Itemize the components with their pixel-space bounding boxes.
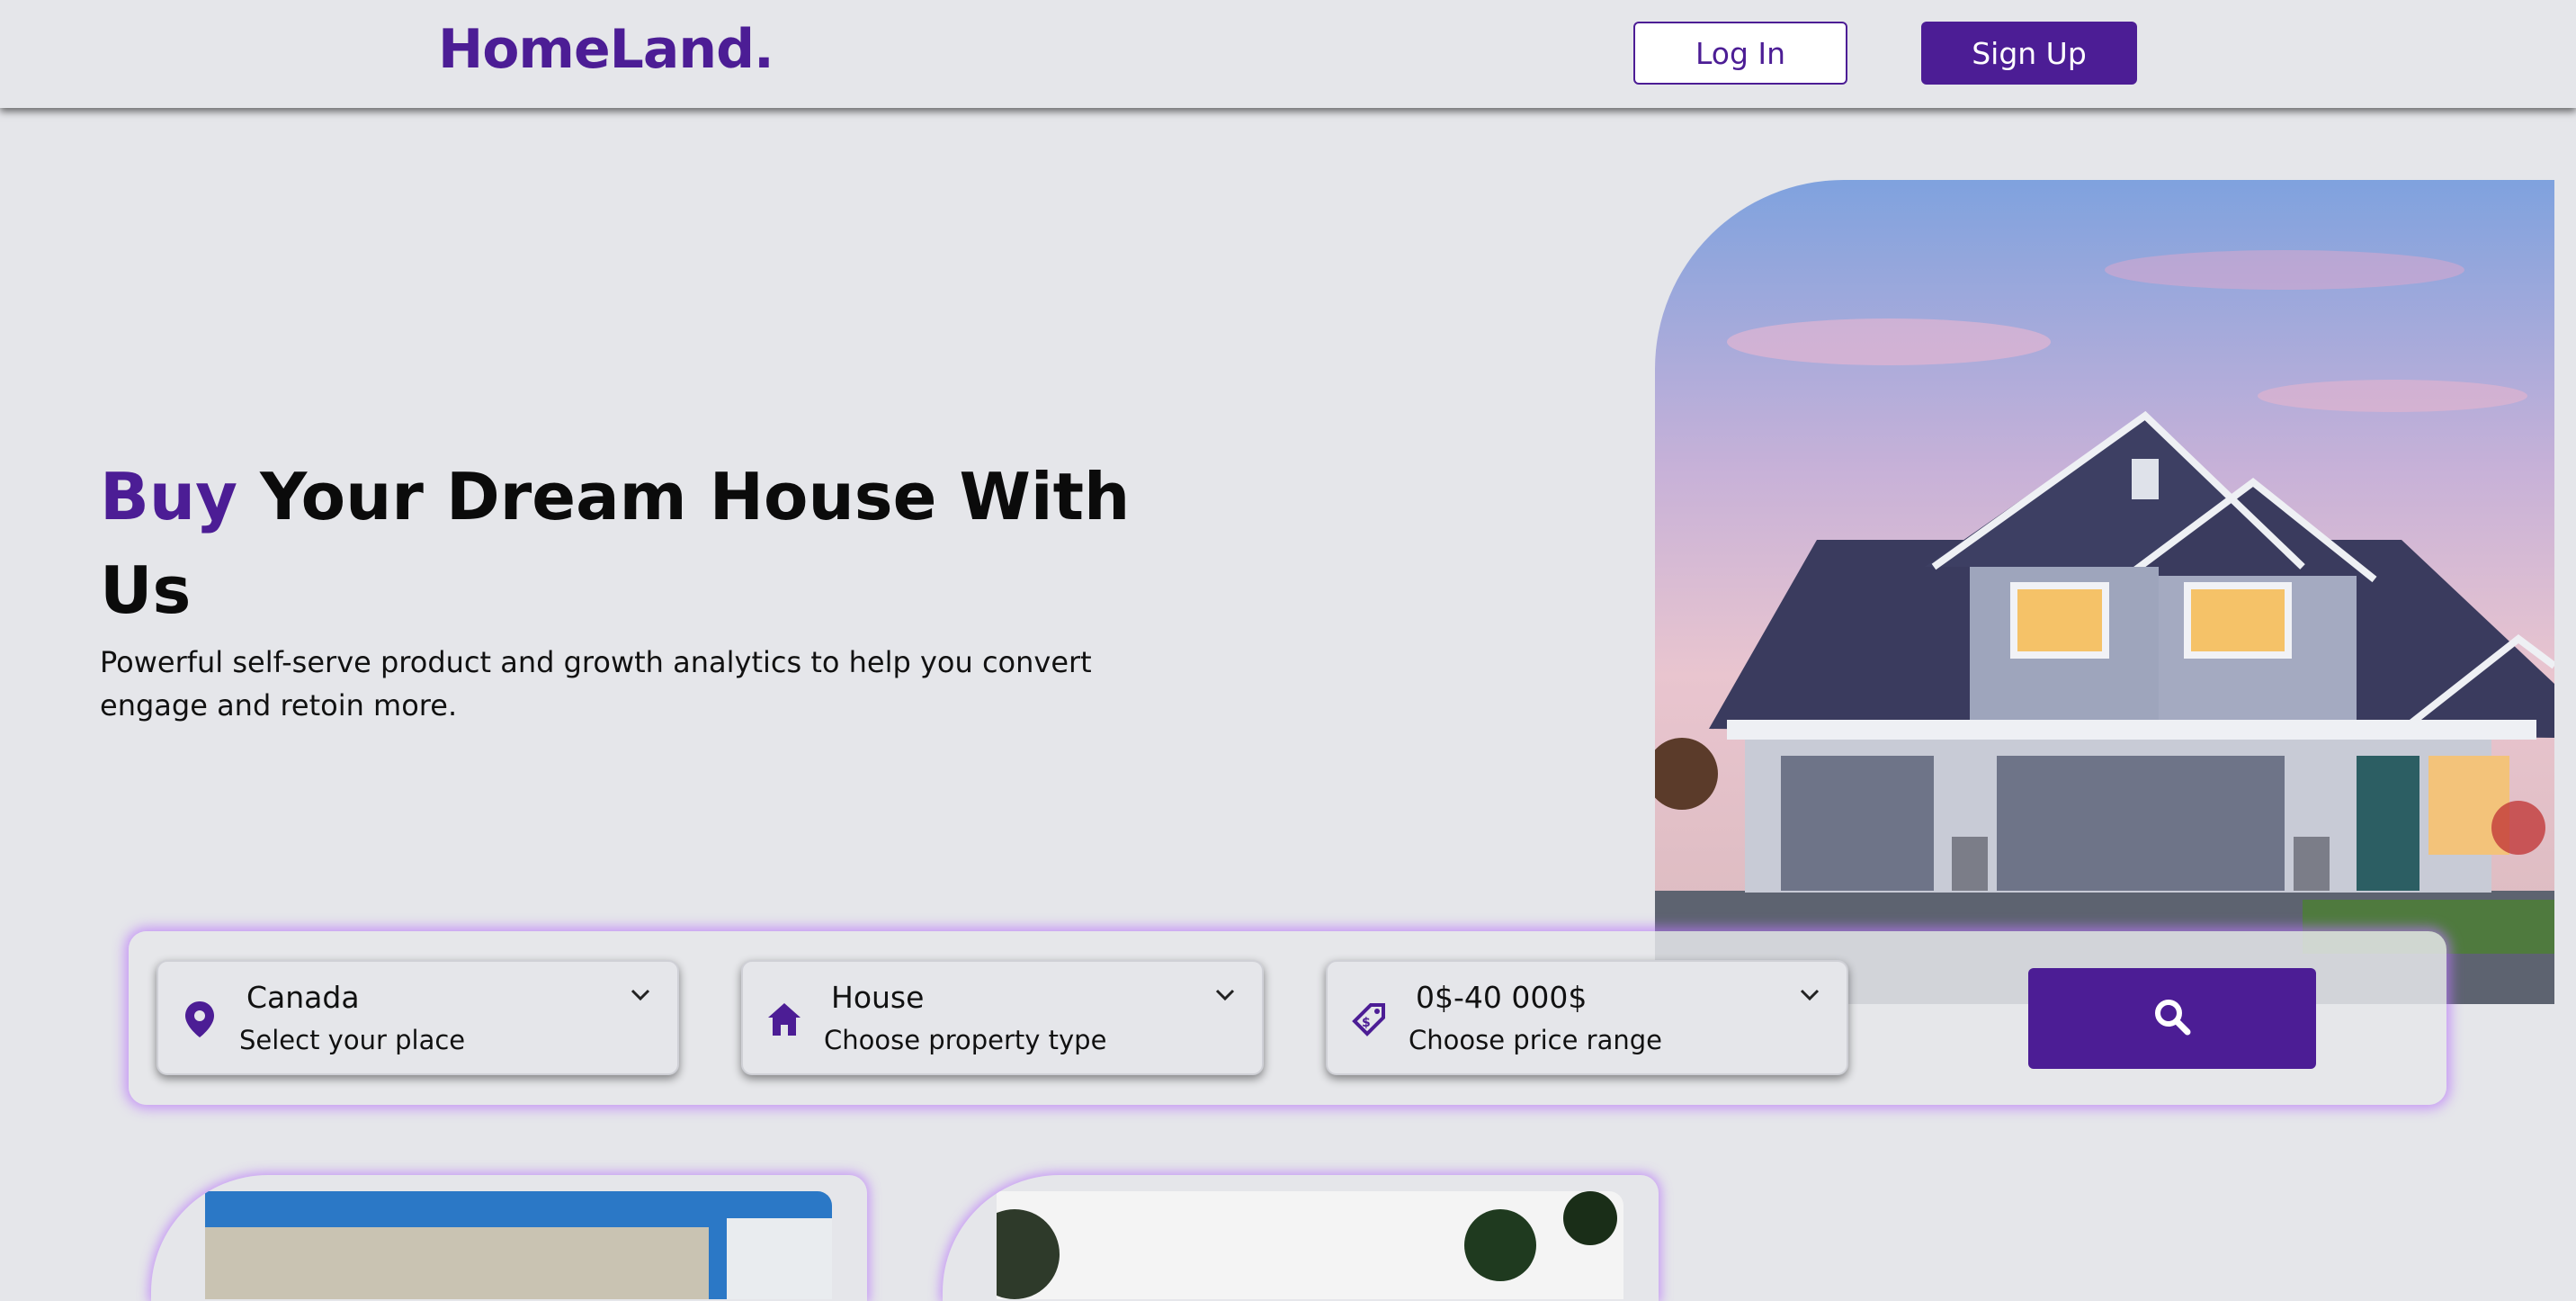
location-value: Canada [246, 980, 360, 1015]
chevron-down-icon[interactable] [1213, 987, 1237, 1003]
price-range-label: Choose price range [1409, 1025, 1662, 1055]
svg-text:$: $ [1362, 1016, 1371, 1030]
search-button[interactable] [2028, 968, 2316, 1069]
location-pin-icon [182, 1000, 218, 1039]
price-range-value: 0$-40 000$ [1416, 980, 1588, 1015]
hero-subtitle: Powerful self-serve product and growth a… [100, 645, 1092, 722]
hero-title-rest: Your Dream House With Us [100, 459, 1131, 628]
chevron-down-icon[interactable] [629, 987, 652, 1003]
listing-card[interactable] [151, 1175, 867, 1301]
navbar: HomeLand. Log In Sign Up [0, 0, 2576, 108]
location-label: Select your place [239, 1025, 466, 1055]
property-type-value: House [831, 980, 925, 1015]
listing-image [205, 1191, 832, 1299]
hero-title: Buy Your Dream House With Us [100, 450, 1179, 637]
login-button[interactable]: Log In [1633, 22, 1847, 85]
signup-button[interactable]: Sign Up [1921, 22, 2137, 85]
property-type-filter[interactable]: House Choose property type [741, 960, 1264, 1075]
property-type-label: Choose property type [824, 1025, 1107, 1055]
chevron-down-icon[interactable] [1798, 987, 1821, 1003]
price-range-filter[interactable]: $ 0$-40 000$ Choose price range [1326, 960, 1848, 1075]
search-bar: Canada Select your place House Choose pr… [129, 931, 2446, 1105]
listing-image [997, 1191, 1623, 1299]
logo[interactable]: HomeLand. [438, 18, 774, 81]
hero-house-image [1655, 180, 2554, 1004]
listing-card[interactable] [943, 1175, 1659, 1301]
house-icon [766, 1000, 802, 1039]
price-tag-icon: $ [1351, 1000, 1387, 1039]
hero-title-accent: Buy [100, 459, 238, 534]
search-icon [2152, 997, 2192, 1040]
location-filter[interactable]: Canada Select your place [157, 960, 679, 1075]
